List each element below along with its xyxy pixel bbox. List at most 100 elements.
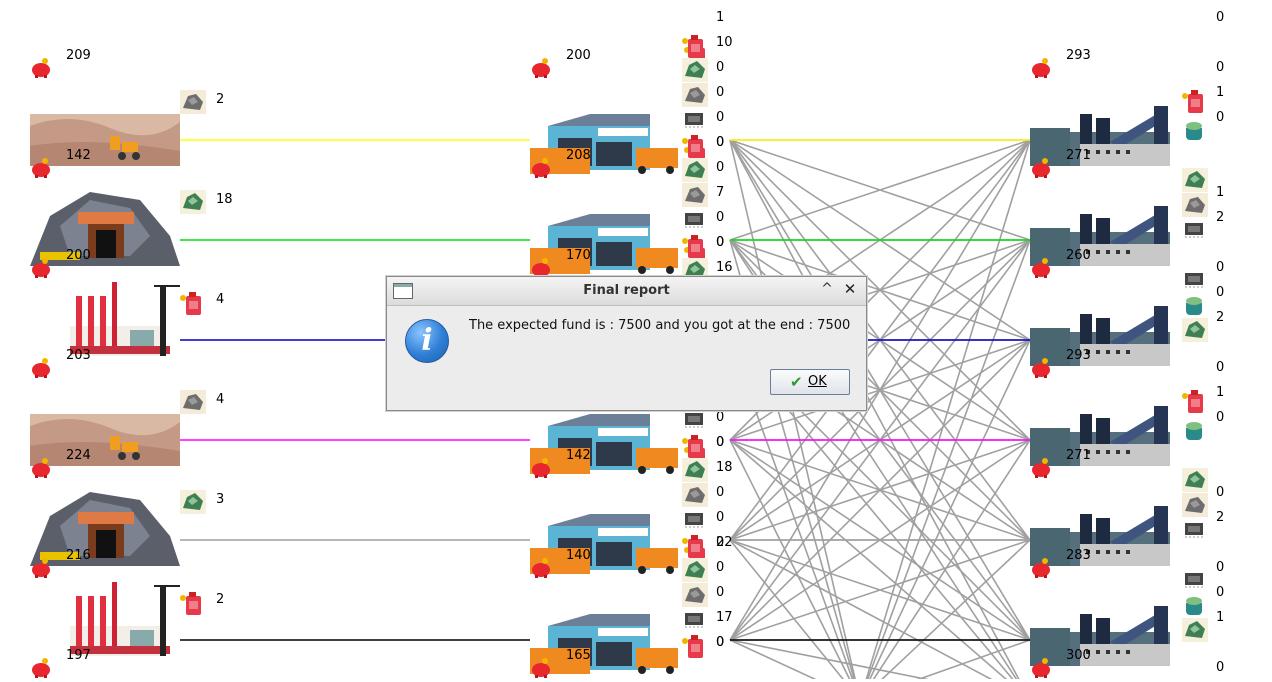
factory-stock-5: 283 [1066,548,1091,563]
factory-2 [1030,202,1180,270]
factory-column-number-14: 2 [1216,510,1225,525]
warehouse-column-number-4: 0 [716,85,725,100]
factory-column-number-12: 0 [1216,410,1225,425]
warehouse-column-number-5: 0 [716,110,725,125]
ore-rock-icon [682,83,708,107]
factory-column-number-16: 0 [1216,585,1225,600]
fuel-can-icon [682,33,704,58]
final-report-dialog: Final report ^ ✕ i The expected fund is … [386,276,867,411]
fuel-can-icon [682,533,704,558]
warehouse-column-number-18: 0 [716,435,725,450]
source-stock-6: 197 [66,648,91,663]
warehouse-column-number-26: 0 [716,635,725,650]
pot-icon [1182,118,1204,140]
warehouse-column-number-3: 0 [716,60,725,75]
dialog-title-bar[interactable]: Final report ^ ✕ [387,277,866,306]
warehouse-column-number-2: 10 [716,35,733,50]
factory-stock-1: 271 [1066,148,1091,163]
ok-button-label: OK [808,374,827,389]
source-mine-2 [30,186,180,270]
warehouse-column-number-19: 18 [716,460,733,475]
piggy-bank-icon [1030,558,1052,580]
source-output-qty-5: 3 [216,492,225,507]
factory-column-number-5: 1 [1216,185,1225,200]
warehouse-fund-top: 200 [566,48,591,63]
piggy-bank-icon [530,658,552,680]
factory-column-number-6: 2 [1216,210,1225,225]
factory-stock-4: 271 [1066,448,1091,463]
chip-icon [1182,218,1204,240]
piggy-bank-icon [1030,158,1052,180]
warehouse-column-number-8: 7 [716,185,725,200]
warehouse-column-number-10: 0 [716,235,725,250]
factory-3 [1030,302,1180,370]
green-ore-icon [1182,168,1208,192]
warehouse-2 [530,214,680,278]
green-ore-icon [682,558,708,582]
ok-button[interactable]: ✔ OK [770,369,850,395]
fuel-can-icon [180,590,202,615]
warehouse-stock-6: 165 [566,648,591,663]
green-ore-icon [180,190,206,214]
ore-rock-icon [1182,493,1208,517]
ore-rock-icon [180,90,206,114]
factory-column-number-2: 0 [1216,60,1225,75]
warehouse-column-number-25: 17 [716,610,733,625]
factory-column-number-18: 0 [1216,660,1225,675]
source-quarry-1 [30,106,180,170]
source-mine-5 [30,486,180,570]
source-stock-2: 200 [66,248,91,263]
piggy-bank-icon [1030,258,1052,280]
factory-column-number-4: 0 [1216,110,1225,125]
warehouse-column-number-20: 0 [716,485,725,500]
factory-column-number-3: 1 [1216,85,1225,100]
factory-column-number-10: 0 [1216,360,1225,375]
piggy-bank-icon [1030,358,1052,380]
mesh-link [869,339,1031,679]
piggy-bank-icon [530,558,552,580]
chip-icon [682,608,704,630]
factory-column-number-13: 0 [1216,485,1225,500]
piggy-bank-icon [30,458,52,480]
green-ore-icon [682,458,708,482]
factory-4 [1030,402,1180,470]
collapse-button[interactable]: ^ [819,281,835,299]
green-ore-icon [1182,468,1208,492]
dialog-title: Final report [583,283,670,298]
source-stock-4: 224 [66,448,91,463]
factory-column-number-9: 2 [1216,310,1225,325]
warehouse-column-number-21: 0 [716,510,725,525]
mesh-link [872,439,1031,679]
green-ore-icon [682,158,708,182]
fuel-can-icon [682,133,704,158]
factory-column-number-1: 0 [1216,10,1225,25]
green-ore-icon [1182,318,1208,342]
factory-stock-3: 293 [1066,348,1091,363]
piggy-bank-icon [30,58,52,80]
factory-column-number-7: 0 [1216,260,1225,275]
mesh-link [866,239,1031,679]
piggy-bank-icon [530,158,552,180]
warehouse-column-number-7: 0 [716,160,725,175]
chip-icon [1182,518,1204,540]
info-icon: i [405,319,449,363]
source-output-qty-3: 4 [216,292,225,307]
source-quarry-4 [30,406,180,470]
pot-icon [1182,418,1204,440]
source-stock-1: 142 [66,148,91,163]
piggy-bank-icon [30,658,52,680]
factory-column-number-11: 1 [1216,385,1225,400]
checkmark-icon: ✔ [790,373,803,391]
fuel-can-icon [180,290,202,315]
chip-icon [682,208,704,230]
piggy-bank-icon [530,58,552,80]
mesh-link [729,439,1007,679]
warehouse-5 [530,514,680,578]
warehouse-column-number-1: 1 [716,10,725,25]
factory-6 [1030,602,1180,670]
green-ore-icon [1182,618,1208,642]
factory-column-number-8: 0 [1216,285,1225,300]
warehouse-1 [530,114,680,178]
close-button[interactable]: ✕ [842,280,858,298]
source-factory-3 [30,276,180,370]
